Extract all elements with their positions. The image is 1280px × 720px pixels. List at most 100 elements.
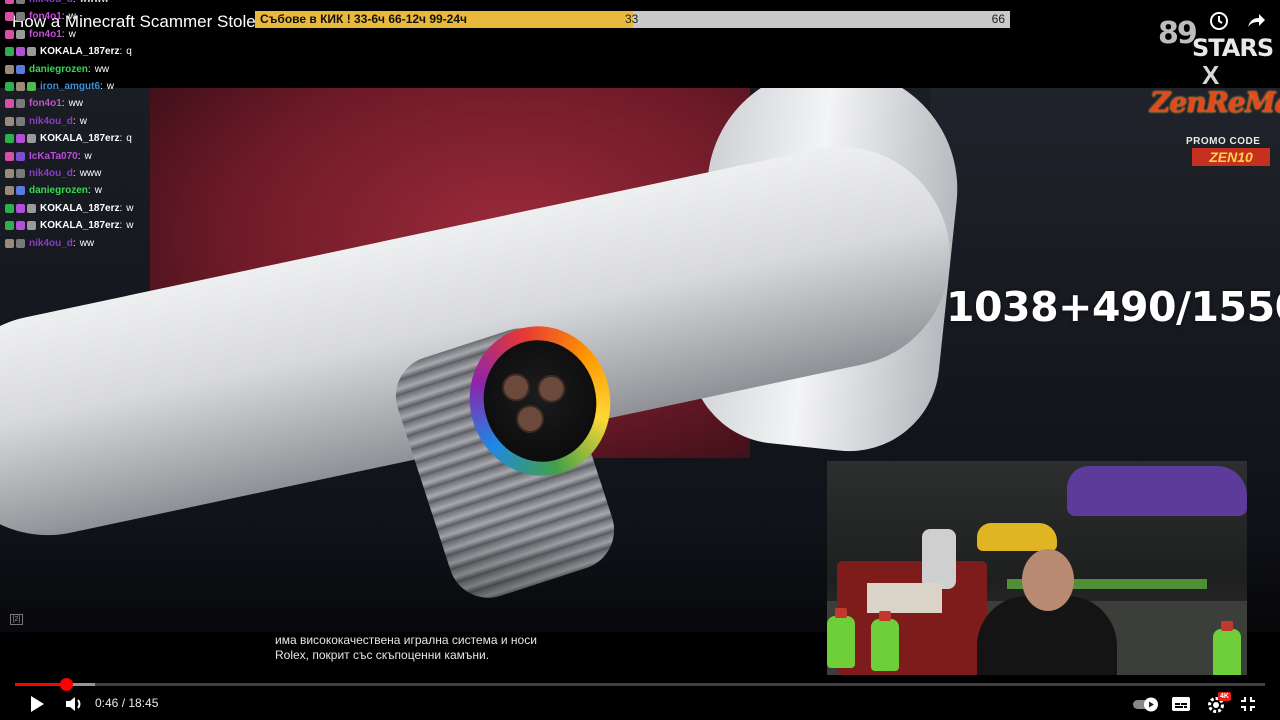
chat-badge-icon	[5, 134, 14, 144]
chat-badge-icon	[16, 151, 25, 161]
caption-line: има висококачествена игрална система и н…	[275, 633, 537, 647]
chat-badge-icon	[5, 0, 14, 4]
chat-separator: :	[87, 185, 91, 197]
chat-message: nik4ou_d: w	[5, 113, 87, 130]
chat-text: w	[94, 185, 102, 197]
progress-played	[15, 683, 67, 686]
chat-badge-icon	[16, 116, 25, 126]
chat-separator: :	[61, 11, 65, 23]
chat-separator: :	[72, 168, 76, 179]
chat-badges	[5, 82, 36, 91]
streamer-head	[1022, 549, 1074, 611]
chat-badge-icon	[16, 203, 25, 213]
sponsor-stars-text: STARS	[1192, 34, 1274, 62]
chat-separator: :	[119, 46, 123, 58]
chat-username[interactable]: nik4ou_d	[29, 168, 73, 179]
promo-code: ZEN10	[1192, 148, 1270, 166]
chat-separator: :	[119, 220, 123, 232]
autoplay-toggle[interactable]	[1132, 694, 1160, 714]
chat-message: KOKALA_187erz: w	[5, 200, 134, 217]
chat-badges	[5, 238, 25, 248]
chat-username[interactable]: fon4o1	[29, 11, 62, 22]
exit-fullscreen-button[interactable]	[1239, 694, 1257, 714]
chat-badges	[5, 221, 36, 231]
chat-badge-icon	[16, 186, 25, 196]
chat-message: nik4ou_d: www	[5, 165, 101, 182]
sponsor-number: 89	[1158, 16, 1198, 51]
chat-message: KOKALA_187erz: w	[5, 217, 134, 234]
chat-text: w	[126, 220, 134, 232]
volume-icon	[66, 697, 81, 711]
chat-badge-icon	[16, 64, 25, 74]
chat-text: ww	[68, 98, 84, 110]
chat-text: ww	[94, 63, 110, 75]
caption-line: Rolex, покрит със скъпоценни камъни.	[275, 648, 490, 662]
poll-left-value: 33	[625, 12, 639, 26]
play-icon	[31, 696, 44, 712]
chat-badges	[5, 47, 36, 57]
chat-username[interactable]: KOKALA_187erz	[40, 133, 119, 144]
chat-badge-icon	[16, 82, 25, 91]
chat-separator: :	[61, 28, 65, 40]
subtitles-icon	[1172, 697, 1190, 711]
chat-username[interactable]: nik4ou_d	[29, 238, 73, 249]
facecam	[827, 461, 1247, 675]
progress-scrubber[interactable]	[60, 678, 74, 691]
chat-separator: :	[119, 202, 123, 214]
chat-separator: :	[73, 0, 76, 5]
chat-badge-icon	[5, 47, 14, 57]
chat-username[interactable]: IcKaTa070	[29, 151, 78, 162]
chat-username[interactable]: fon4o1	[29, 98, 62, 109]
chat-username[interactable]: KOKALA_187erz	[40, 46, 119, 57]
settings-button[interactable]: 4K	[1206, 692, 1231, 714]
chat-username[interactable]: KOKALA_187erz	[40, 203, 119, 214]
chat-badges	[5, 116, 25, 126]
chat-username[interactable]: nik4ou_d	[29, 0, 73, 5]
progress-bar[interactable]	[15, 678, 1265, 691]
purple-car	[1067, 466, 1247, 516]
chat-badge-icon	[5, 169, 14, 178]
chat-username[interactable]: daniegrozen	[29, 64, 88, 75]
chat-separator: :	[61, 98, 65, 110]
chat-text: w	[126, 202, 134, 214]
green-bottle	[1213, 621, 1241, 675]
chat-message: daniegrozen: w	[5, 182, 102, 199]
chat-badge-icon	[5, 99, 14, 109]
chat-badge-icon	[5, 29, 14, 39]
poll-bar: Събове в КИК ! 33-6ч 66-12ч 99-24ч 33 66	[255, 11, 1010, 28]
chat-username[interactable]: nik4ou_d	[29, 116, 73, 127]
sponsor-brand: ZenReMast	[1150, 86, 1280, 119]
chat-username[interactable]: fon4o1	[29, 29, 62, 40]
chat-badge-icon	[27, 203, 36, 213]
caption-badge: [2]	[10, 614, 23, 625]
chat-username[interactable]: daniegrozen	[29, 185, 88, 196]
chat-message: fon4o1: w	[5, 8, 76, 25]
chat-message: nik4ou_d: wwww	[5, 0, 109, 8]
chat-badge-icon	[16, 29, 25, 39]
chat-badge-icon	[27, 82, 36, 91]
chat-message: nik4ou_d: ww	[5, 235, 94, 252]
watch-subdial	[534, 371, 569, 406]
chat-badges	[5, 151, 25, 161]
chat-badges	[5, 186, 25, 196]
chat-username[interactable]: iron_amgut6	[40, 81, 100, 92]
chat-message: fon4o1: w	[5, 26, 76, 43]
chat-separator: :	[87, 63, 91, 75]
chat-badge-icon	[5, 186, 14, 196]
chat-badge-icon	[5, 12, 14, 22]
subtitles-button[interactable]	[1171, 694, 1191, 714]
chat-separator: :	[72, 237, 76, 249]
quality-badge: 4K	[1218, 692, 1231, 701]
chat-badge-icon	[27, 221, 36, 231]
chat-badges	[5, 29, 25, 39]
chat-text: w	[68, 11, 76, 23]
volume-button[interactable]	[64, 694, 86, 714]
chat-badges	[5, 134, 36, 144]
chat-username[interactable]: KOKALA_187erz	[40, 220, 119, 231]
gaming-chair	[922, 529, 956, 589]
play-button[interactable]	[27, 694, 47, 714]
chat-badge-icon	[5, 64, 14, 74]
captions: има висококачествена игрална система и н…	[275, 633, 537, 663]
chat-message: KOKALA_187erz: q	[5, 43, 132, 60]
chat-badge-icon	[5, 238, 14, 248]
